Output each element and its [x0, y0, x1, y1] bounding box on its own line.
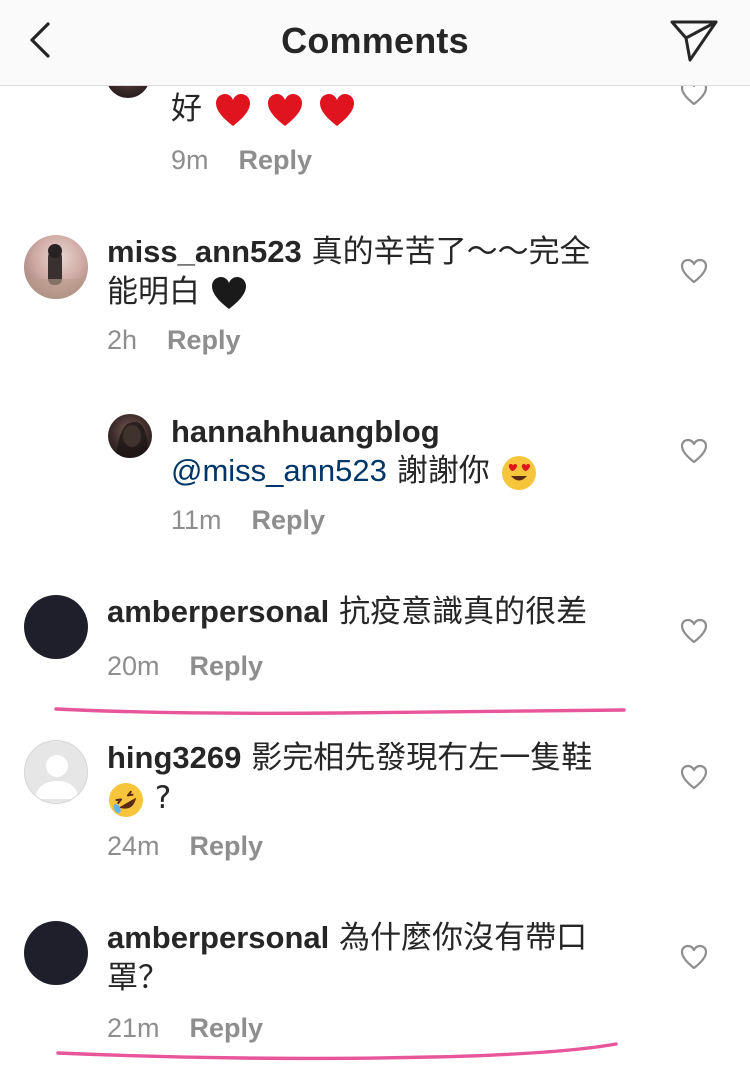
comment-username[interactable]: hing3269	[107, 740, 241, 775]
mention-link[interactable]: @miss_ann523	[171, 453, 387, 488]
red-heart-emoji-icon	[267, 93, 302, 126]
reply-button[interactable]: Reply	[190, 1013, 264, 1043]
paper-plane-icon	[670, 20, 718, 62]
avatar-photo	[116, 422, 148, 458]
page-title: Comments	[281, 20, 469, 61]
rolling-laughing-emoji-icon	[109, 782, 143, 817]
comment-meta: 20m Reply	[107, 649, 263, 683]
heart-eyes-emoji-icon	[501, 455, 536, 490]
comment-meta: 21m Reply	[107, 1011, 263, 1045]
avatar[interactable]	[108, 414, 152, 458]
heart-outline-icon[interactable]	[680, 258, 708, 284]
comment-text: amberpersonal 抗疫意識真的很差	[107, 594, 588, 630]
comment-text: amberpersonal 為什麼你沒有帶口	[107, 920, 588, 956]
comment-meta: 9m Reply	[171, 143, 312, 177]
heart-outline-icon[interactable]	[680, 618, 708, 644]
comment-username[interactable]: amberpersonal	[107, 920, 329, 955]
reply-button[interactable]: Reply	[239, 145, 313, 175]
comment-meta: 24m Reply	[107, 829, 263, 863]
heart-outline-icon[interactable]	[680, 944, 708, 970]
comments-list[interactable]: 好 9m Reply miss_ann523 真的辛苦了～～完全 能明白 2h …	[0, 86, 750, 1074]
comment-text: 好	[171, 88, 356, 130]
avatar[interactable]	[24, 595, 88, 659]
heart-outline-icon[interactable]	[680, 86, 708, 106]
reply-button[interactable]: Reply	[190, 831, 264, 861]
comment-text: miss_ann523 真的辛苦了～～完全	[107, 234, 591, 270]
avatar-photo	[24, 244, 88, 299]
comment-time: 20m	[107, 651, 160, 681]
default-avatar-icon	[35, 755, 79, 799]
reply-button[interactable]: Reply	[167, 325, 241, 355]
comment-text-line2: 罩？	[107, 960, 169, 996]
comment-text-line2: ?	[107, 777, 171, 819]
comment-time: 21m	[107, 1013, 160, 1043]
avatar[interactable]	[24, 740, 88, 804]
red-heart-emoji-icon	[215, 93, 250, 126]
comment-username[interactable]: hannahhuangblog	[171, 414, 440, 449]
comment-time: 2h	[107, 325, 138, 355]
comment-text-line2: 能明白	[107, 271, 248, 313]
comment-text: @miss_ann523 謝謝你	[171, 450, 538, 492]
highlight-underline	[54, 707, 626, 716]
comment-username-line: hannahhuangblog	[171, 411, 440, 453]
comments-screen: Comments 好 9m Reply miss_ann523 真的辛苦了～～完…	[0, 0, 750, 1074]
black-heart-emoji-icon	[211, 276, 246, 309]
comment-time: 9m	[171, 145, 209, 175]
comment-meta: 2h Reply	[107, 323, 241, 357]
comment-meta: 11m Reply	[171, 503, 325, 537]
red-heart-emoji-icon	[319, 93, 354, 126]
avatar[interactable]	[24, 235, 88, 299]
avatar[interactable]	[106, 86, 150, 98]
comment-time: 24m	[107, 831, 160, 861]
heart-outline-icon[interactable]	[680, 764, 708, 790]
reply-button[interactable]: Reply	[252, 505, 326, 535]
header-bar: Comments	[0, 0, 750, 86]
comment-username[interactable]: miss_ann523	[107, 234, 302, 269]
reply-button[interactable]: Reply	[190, 651, 264, 681]
comment-username[interactable]: amberpersonal	[107, 594, 329, 629]
comment-time: 11m	[171, 505, 222, 535]
share-button[interactable]	[668, 16, 720, 66]
heart-outline-icon[interactable]	[680, 438, 708, 464]
avatar[interactable]	[24, 921, 88, 985]
comment-text: hing3269 影完相先發現冇左一隻鞋	[107, 740, 593, 776]
